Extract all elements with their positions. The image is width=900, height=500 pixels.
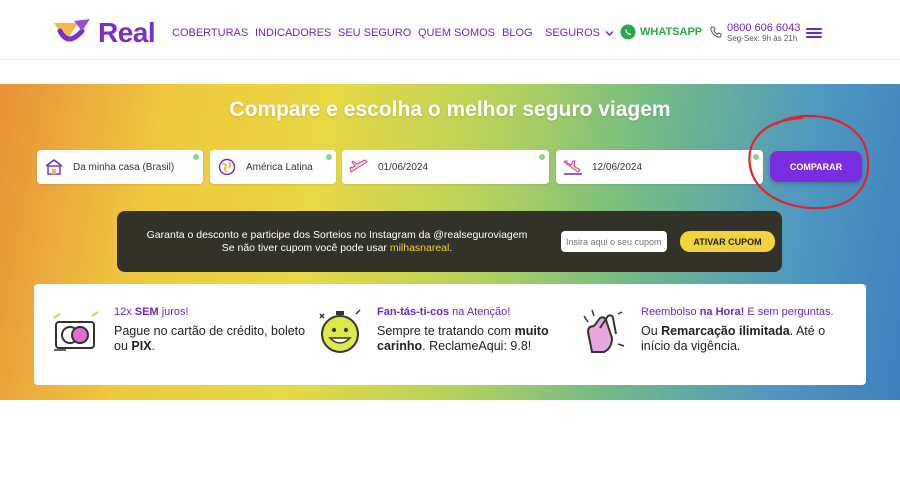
destination-value: América Latina xyxy=(246,161,313,173)
nav-blog[interactable]: BLOG xyxy=(502,27,533,39)
benefit-title-part: juros! xyxy=(158,306,189,318)
benefit-desc-part: . ReclameAqui: 9.8! xyxy=(422,339,532,353)
benefit-desc-line: ou PIX. xyxy=(114,339,305,354)
promo-line-2-prefix: Se não tiver cupom você pode usar xyxy=(221,242,390,254)
hero-title: Compare e escolha o melhor seguro viagem xyxy=(229,98,671,121)
benefit-desc-line: Ou Remarcação ilimitada. Até o xyxy=(641,324,834,339)
benefit-title-bold: na Hora! xyxy=(699,306,745,318)
benefit-installments: 12x SEM juros! Pague no cartão de crédit… xyxy=(114,306,305,354)
benefit-desc-line: Sempre te tratando com muito xyxy=(377,324,549,339)
benefit-desc-part: Ou xyxy=(641,324,662,338)
benefit-description: Pague no cartão de crédito, boleto ou PI… xyxy=(114,324,305,354)
benefit-title: Fan-tás-ti-cos na Atenção! xyxy=(377,306,549,318)
benefit-desc-line: Pague no cartão de crédito, boleto xyxy=(114,324,306,338)
benefit-title-part: 12x xyxy=(114,306,135,318)
phone-icon xyxy=(710,26,722,38)
chevron-down-icon xyxy=(605,30,614,36)
return-date-field[interactable]: 12/06/2024 xyxy=(556,150,763,184)
benefit-title: 12x SEM juros! xyxy=(114,306,305,318)
whatsapp-link[interactable]: WHATSAPP xyxy=(620,24,702,40)
benefit-refund: Reembolso na Hora! E sem perguntas. Ou R… xyxy=(641,306,834,354)
activate-coupon-button[interactable]: ATIVAR CUPOM xyxy=(680,231,775,252)
return-date-value: 12/06/2024 xyxy=(592,161,643,173)
whatsapp-label: WHATSAPP xyxy=(640,26,703,38)
field-status-dot xyxy=(539,154,545,160)
phone-hours: Seg-Sex: 9h às 21h xyxy=(727,34,798,43)
field-status-dot xyxy=(193,154,199,160)
benefit-desc-bold: carinho xyxy=(377,339,423,353)
benefit-desc-line: carinho. ReclameAqui: 9.8! xyxy=(377,339,549,354)
phone-contact[interactable]: 0800 606 6043 Seg-Sex: 9h às 21h xyxy=(710,22,800,44)
benefit-description: Ou Remarcação ilimitada. Até o início da… xyxy=(641,324,834,354)
origin-value: Da minha casa (Brasil) xyxy=(73,161,175,173)
logo-text: Real xyxy=(98,17,156,48)
promo-coupon-code: milhasnareal xyxy=(389,242,450,254)
compare-button[interactable]: COMPARAR xyxy=(770,151,862,182)
promo-line-2-suffix: . xyxy=(449,242,453,254)
plane-landing-icon xyxy=(562,156,584,178)
nav-quem-somos[interactable]: QUEM SOMOS xyxy=(418,27,495,39)
phone-number: 0800 606 6043 xyxy=(727,22,801,34)
hamburger-menu-icon[interactable] xyxy=(806,28,822,38)
hero-section: Compare e escolha o melhor seguro viagem… xyxy=(0,84,900,400)
benefit-desc-bold: PIX xyxy=(131,339,152,353)
promo-line-2: Se não tiver cupom você pode usar milhas… xyxy=(117,242,557,255)
nav-indicadores[interactable]: INDICADORES xyxy=(255,27,331,39)
brand-logo[interactable]: Real xyxy=(52,15,162,51)
origin-field[interactable]: Da minha casa (Brasil) xyxy=(37,150,203,184)
promo-banner: Garanta o desconto e participe dos Sorte… xyxy=(117,211,782,272)
nav-coberturas[interactable]: COBERTURAS xyxy=(172,27,248,39)
benefit-title-part: Reembolso xyxy=(641,306,700,318)
globe-icon xyxy=(216,156,238,178)
promo-text: Garanta o desconto e participe dos Sorte… xyxy=(117,229,557,255)
benefit-desc-bold: Remarcação ilimitada xyxy=(661,324,790,338)
logo-mark-icon xyxy=(54,19,90,42)
site-header: Real COBERTURAS INDICADORES SEU SEGURO Q… xyxy=(0,0,900,60)
nav-seguros-label: SEGUROS xyxy=(545,27,601,39)
benefit-desc-part: . xyxy=(151,339,156,353)
benefits-panel: 12x SEM juros! Pague no cartão de crédit… xyxy=(34,284,866,385)
coupon-input[interactable] xyxy=(561,231,667,252)
benefit-title: Reembolso na Hora! E sem perguntas. xyxy=(641,306,834,318)
benefit-desc-part: . Até o xyxy=(789,324,826,338)
field-status-dot xyxy=(753,154,759,160)
benefit-desc-part: Sempre te tratando com xyxy=(377,324,515,338)
destination-field[interactable]: América Latina xyxy=(210,150,336,184)
benefit-desc-line: início da vigência. xyxy=(641,339,741,353)
promo-line-1: Garanta o desconto e participe dos Sorte… xyxy=(146,229,528,241)
plane-takeoff-icon xyxy=(348,156,370,178)
benefit-attention: Fan-tás-ti-cos na Atenção! Sempre te tra… xyxy=(377,306,549,354)
smiley-clock-icon xyxy=(319,309,361,353)
benefit-desc-bold: muito xyxy=(514,324,549,338)
clapping-hands-icon xyxy=(583,309,625,353)
benefit-description: Sempre te tratando com muito carinho. Re… xyxy=(377,324,549,354)
departure-date-field[interactable]: 01/06/2024 xyxy=(342,150,549,184)
benefit-desc-part: ou xyxy=(114,339,132,353)
benefit-title-bold: Fan-tás-ti-cos xyxy=(377,306,450,318)
benefit-title-part: na Atenção! xyxy=(449,306,511,318)
benefit-title-bold: SEM xyxy=(134,306,159,318)
credit-card-icon xyxy=(53,311,99,351)
departure-date-value: 01/06/2024 xyxy=(378,161,429,173)
nav-seu-seguro[interactable]: SEU SEGURO xyxy=(338,27,411,39)
house-icon xyxy=(43,156,65,178)
field-status-dot xyxy=(326,154,332,160)
whatsapp-icon xyxy=(620,24,636,40)
benefit-title-part: E sem perguntas. xyxy=(744,306,834,318)
nav-seguros-dropdown[interactable]: SEGUROS xyxy=(545,27,614,39)
